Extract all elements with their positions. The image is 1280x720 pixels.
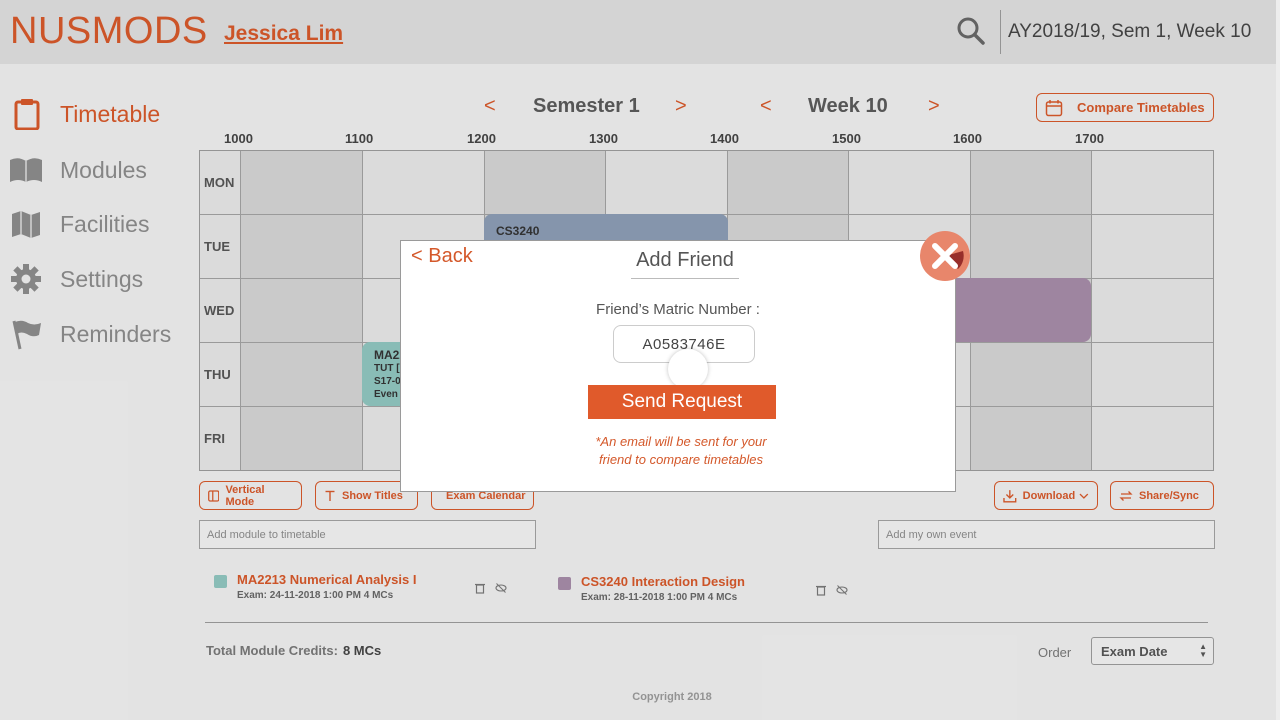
close-icon[interactable]	[918, 229, 972, 283]
add-friend-dialog: < Back Add Friend Friend’s Matric Number…	[400, 240, 956, 492]
email-note-line: *An email will be sent for your	[595, 434, 767, 449]
matric-label: Friend’s Matric Number :	[596, 301, 760, 318]
email-note-line: friend to compare timetables	[598, 452, 764, 467]
dialog-title: Add Friend	[631, 249, 739, 279]
email-note: *An email will be sent for your friend t…	[581, 433, 781, 469]
send-request-button[interactable]: Send Request	[588, 385, 776, 419]
touch-cursor	[668, 349, 708, 389]
back-button[interactable]: < Back	[411, 245, 473, 268]
